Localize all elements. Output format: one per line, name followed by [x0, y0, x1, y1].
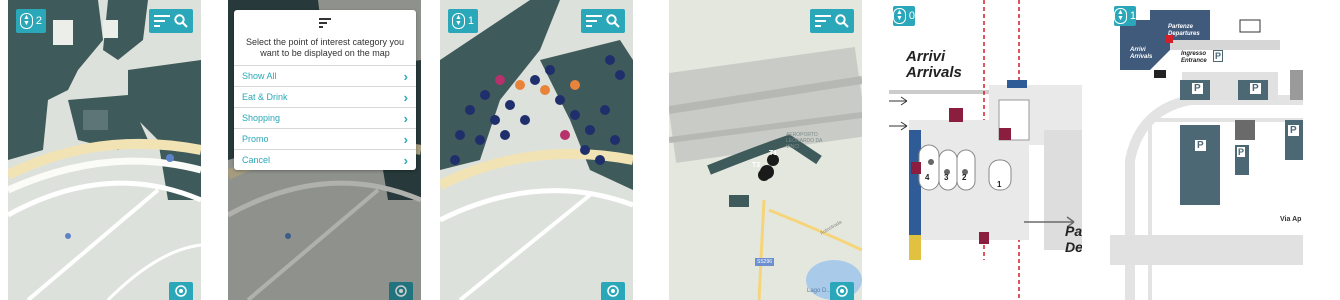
poi-category-menu: Select the point of interest category yo…: [234, 10, 416, 170]
entrance-label-it: Ingresso: [1181, 51, 1207, 57]
arrivals-label-it: Arrivi: [1130, 47, 1146, 53]
arrivals-label-en: Arrivals: [1130, 54, 1153, 60]
terminal-label: T3: [752, 162, 761, 169]
filter-icon: [154, 15, 170, 27]
chevron-right-icon: ›: [403, 89, 408, 105]
chevron-right-icon: ›: [403, 110, 408, 126]
floor-selector-button[interactable]: ▲ ▼ 2: [16, 9, 46, 33]
arrivals-label-it: Arrivi: [906, 48, 946, 65]
menu-item-promo[interactable]: Promo ›: [234, 128, 416, 149]
airport-label: AEROPORTO LEONARDO DA VINCI: [786, 132, 823, 150]
menu-item-shopping[interactable]: Shopping ›: [234, 107, 416, 128]
entrance-label-en: Entrance: [1181, 58, 1207, 64]
floor-selector-button[interactable]: ▲ ▼ 1: [1113, 6, 1137, 26]
floor-plan-canvas[interactable]: [1110, 0, 1303, 300]
floor-number: 1: [467, 15, 475, 27]
screen-4-map-overview: T3 T1 AEROPORTO LEONARDO DA VINCI SS296 …: [669, 0, 862, 300]
screen-5-floor-plan-0: Arrivi Arrivals Pa De 4 3 2 1 ▲ ▼ 0: [889, 0, 1082, 300]
menu-item-eat-drink[interactable]: Eat & Drink ›: [234, 86, 416, 107]
parking-icon: P: [1237, 147, 1246, 157]
filter-icon: [319, 18, 331, 28]
menu-item-label: Cancel: [242, 155, 271, 165]
filter-search-button[interactable]: [810, 9, 854, 33]
floor-arrows-icon: ▲ ▼: [19, 13, 33, 29]
filter-icon-wrap: [234, 10, 416, 33]
floor-selector-button[interactable]: ▲ ▼ 0: [892, 6, 916, 26]
screen-3-map-pois: ▲ ▼ 1: [440, 0, 633, 300]
floor-number: 0: [908, 10, 916, 22]
filter-icon: [815, 15, 831, 27]
search-icon: [174, 14, 188, 28]
location-target-icon: [395, 285, 407, 297]
street-label: Via Ap: [1280, 216, 1302, 223]
menu-item-label: Eat & Drink: [242, 92, 288, 102]
parking-icon: P: [1192, 83, 1203, 94]
location-target-icon: [836, 285, 848, 297]
departures-label-en: De: [1065, 239, 1082, 255]
floor-arrows-icon: ▲ ▼: [1113, 8, 1127, 24]
menu-item-label: Shopping: [242, 113, 281, 123]
locate-me-button[interactable]: [601, 282, 625, 300]
menu-item-cancel[interactable]: Cancel ›: [234, 149, 416, 170]
chevron-right-icon: ›: [403, 68, 408, 84]
parking-number: 4: [925, 173, 930, 182]
search-icon: [835, 14, 849, 28]
departures-label-it: Pa: [1065, 223, 1082, 239]
parking-icon: P: [1195, 140, 1206, 151]
locate-me-button[interactable]: [169, 282, 193, 300]
menu-item-show-all[interactable]: Show All ›: [234, 65, 416, 86]
chevron-right-icon: ›: [403, 152, 408, 168]
parking-number: 3: [944, 173, 949, 182]
location-target-icon: [607, 285, 619, 297]
floor-arrows-icon: ▲ ▼: [451, 13, 465, 29]
road-shield: SS296: [755, 258, 775, 266]
chevron-right-icon: ›: [403, 131, 408, 147]
floor-arrows-icon: ▲ ▼: [892, 8, 906, 24]
menu-item-label: Promo: [242, 134, 269, 144]
locate-me-button[interactable]: [389, 282, 413, 300]
departures-label-it: Partenze: [1168, 24, 1194, 30]
filter-search-button[interactable]: [149, 9, 193, 33]
map-canvas[interactable]: [440, 0, 633, 300]
terminal-label: T1: [769, 150, 778, 157]
menu-item-label: Show All: [242, 71, 277, 81]
parking-icon: P: [1250, 83, 1261, 94]
floor-selector-button[interactable]: ▲ ▼ 1: [448, 9, 478, 33]
map-canvas[interactable]: [8, 0, 201, 300]
parking-number: 2: [962, 173, 967, 182]
filter-search-button[interactable]: [581, 9, 625, 33]
departures-label-en: Departures: [1168, 31, 1200, 37]
search-icon: [606, 14, 620, 28]
parking-icon: P: [1288, 125, 1299, 136]
filter-icon: [586, 15, 602, 27]
menu-title: Select the point of interest category yo…: [245, 37, 405, 58]
floor-number: 1: [1129, 10, 1137, 22]
screen-1-map-floor-2: ▲ ▼ 2: [8, 0, 201, 300]
floor-plan-canvas[interactable]: [889, 0, 1082, 300]
map-canvas[interactable]: [669, 0, 862, 300]
arrivals-label-en: Arrivals: [906, 64, 962, 81]
floor-number: 2: [35, 15, 43, 27]
screen-2-filter-menu: Select the point of interest category yo…: [228, 0, 421, 300]
parking-icon: P: [1213, 50, 1224, 62]
lake-label: Lago D...: [807, 288, 832, 294]
locate-me-button[interactable]: [830, 282, 854, 300]
location-target-icon: [175, 285, 187, 297]
screen-6-floor-plan-1: P P P P P P Arrivi Arrivals Partenze Dep…: [1110, 0, 1303, 300]
parking-number: 1: [997, 180, 1002, 189]
